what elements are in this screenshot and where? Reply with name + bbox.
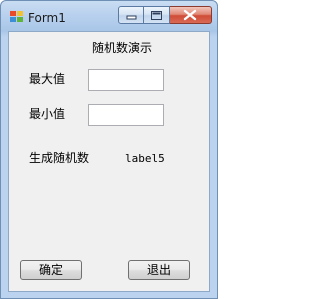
form-heading: 随机数演示 bbox=[92, 41, 153, 55]
maximize-button[interactable] bbox=[144, 6, 170, 24]
minimize-icon bbox=[126, 15, 137, 20]
title-bar[interactable]: Form1 bbox=[1, 1, 217, 31]
close-icon bbox=[183, 9, 197, 21]
form-client-area: 随机数演示 最大值 最小值 生成随机数 label5 确定 退出 bbox=[8, 31, 210, 292]
app-window: Form1 随机数演示 最大值 最小值 生成随机数 label5 确定 退出 bbox=[0, 0, 218, 299]
min-value-input[interactable] bbox=[88, 104, 164, 126]
caption-buttons bbox=[118, 6, 212, 24]
window-title: Form1 bbox=[28, 11, 66, 25]
ok-button[interactable]: 确定 bbox=[20, 260, 82, 280]
app-form-icon bbox=[10, 11, 23, 22]
random-result-label: 生成随机数 bbox=[29, 151, 90, 165]
min-value-label: 最小值 bbox=[29, 107, 66, 121]
maximize-icon bbox=[151, 11, 162, 20]
max-value-label: 最大值 bbox=[29, 72, 66, 86]
close-button[interactable] bbox=[170, 6, 212, 24]
random-result-value: label5 bbox=[125, 152, 165, 165]
exit-button[interactable]: 退出 bbox=[128, 260, 190, 280]
minimize-button[interactable] bbox=[118, 6, 144, 24]
max-value-input[interactable] bbox=[88, 69, 164, 91]
